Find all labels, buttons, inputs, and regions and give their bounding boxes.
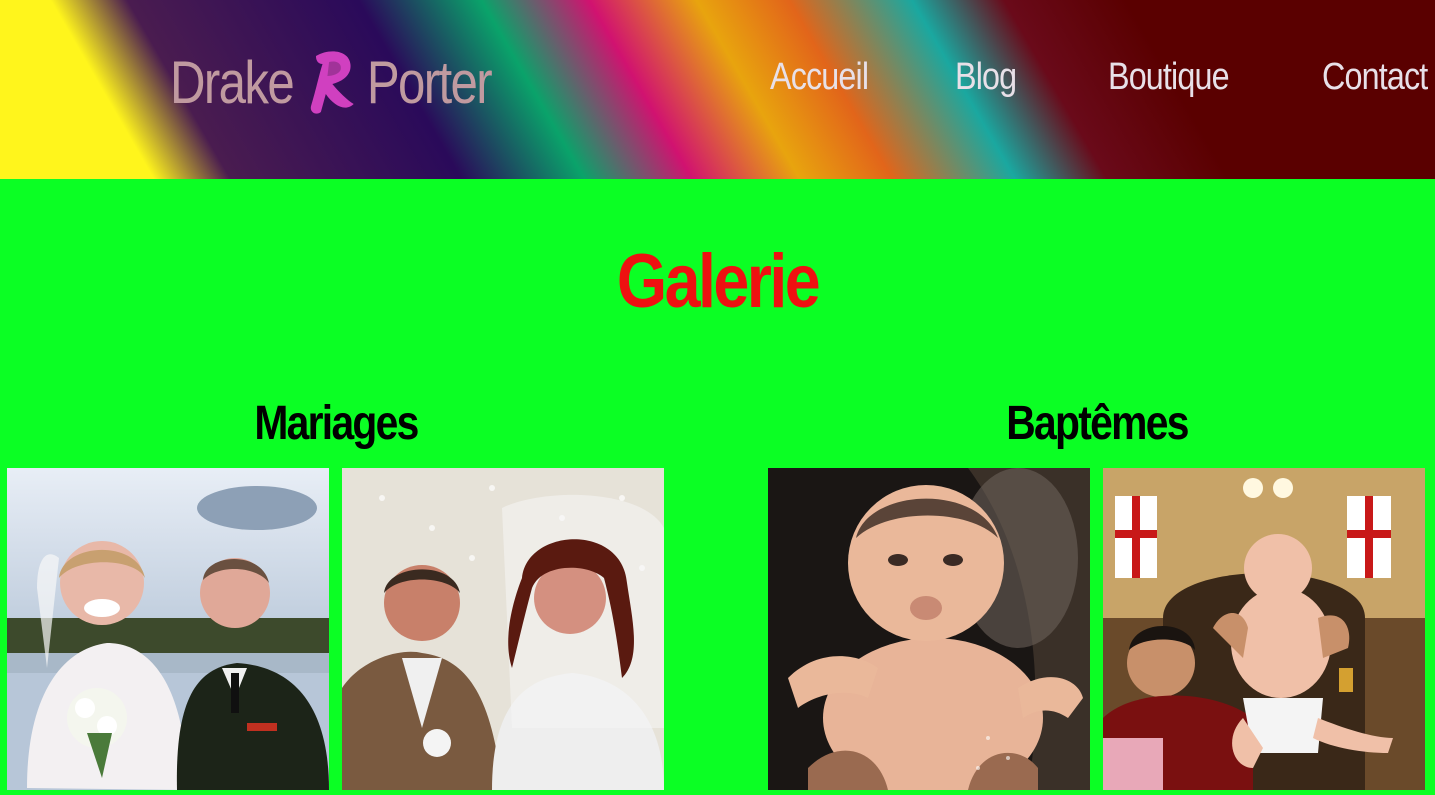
site-logo[interactable]: Drake Porter bbox=[170, 42, 493, 122]
nav-link-boutique[interactable]: Boutique bbox=[1108, 56, 1230, 99]
section-title-baptemes: Baptêmes bbox=[1006, 397, 1189, 450]
baptism-baby-2-photo[interactable] bbox=[1103, 468, 1425, 790]
nav-link-blog[interactable]: Blog bbox=[955, 56, 1017, 99]
logo-text-right: Porter bbox=[366, 48, 493, 116]
page-title: Galerie bbox=[616, 239, 821, 324]
logo-text-left: Drake bbox=[170, 48, 295, 116]
nav-link-contact[interactable]: Contact bbox=[1322, 56, 1428, 99]
wedding-couple-2-photo[interactable] bbox=[342, 468, 664, 790]
wedding-couple-1-photo[interactable] bbox=[7, 468, 329, 790]
section-title-mariages: Mariages bbox=[254, 397, 419, 450]
site-header: Drake Porter Accueil Blog Boutique Conta… bbox=[0, 0, 1435, 179]
nav-link-accueil[interactable]: Accueil bbox=[770, 56, 869, 99]
stylized-r-brush-icon bbox=[305, 46, 357, 118]
baptism-baby-1-photo[interactable] bbox=[768, 468, 1090, 790]
